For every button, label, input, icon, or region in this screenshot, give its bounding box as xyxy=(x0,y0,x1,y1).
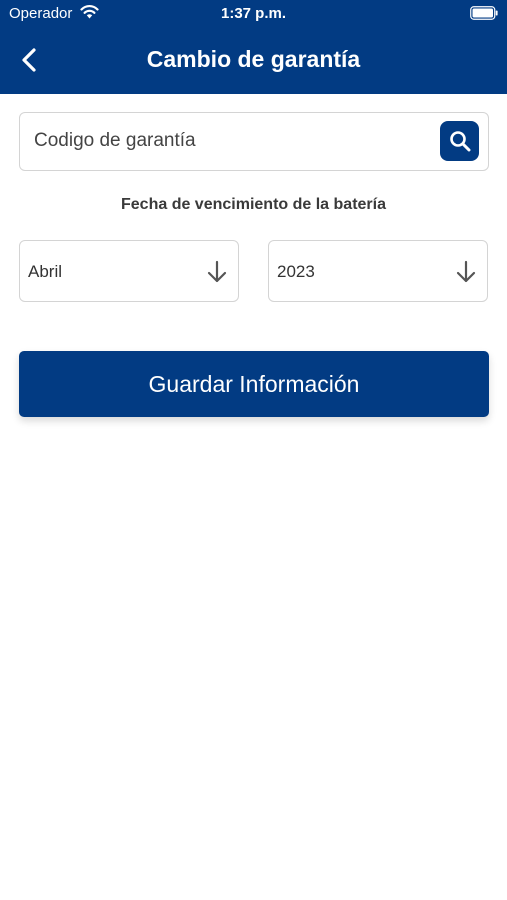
page-title: Cambio de garantía xyxy=(146,46,361,72)
save-info-button[interactable]: Guardar Información xyxy=(19,351,489,417)
battery-icon xyxy=(470,6,498,20)
year-select[interactable]: 2023 xyxy=(268,240,488,302)
month-select[interactable]: Abril xyxy=(19,240,239,302)
nav-bar: Cambio de garantía xyxy=(0,30,507,90)
arrow-down-icon xyxy=(456,260,476,283)
app-header: Operador 1:37 p.m. Cambio de garantía xyxy=(0,0,507,94)
search-icon xyxy=(449,131,470,152)
status-time: 1:37 p.m. xyxy=(220,5,287,22)
search-button[interactable] xyxy=(440,121,479,161)
year-value: 2023 xyxy=(277,262,315,281)
save-info-button-label: Guardar Información xyxy=(148,370,360,397)
arrow-down-icon xyxy=(207,260,227,283)
expiry-date-label: Fecha de vencimiento de la batería xyxy=(121,196,386,213)
status-bar: Operador 1:37 p.m. xyxy=(0,0,507,28)
month-value: Abril xyxy=(28,262,63,281)
warranty-code-input[interactable] xyxy=(34,125,434,157)
warranty-code-field xyxy=(19,112,489,171)
